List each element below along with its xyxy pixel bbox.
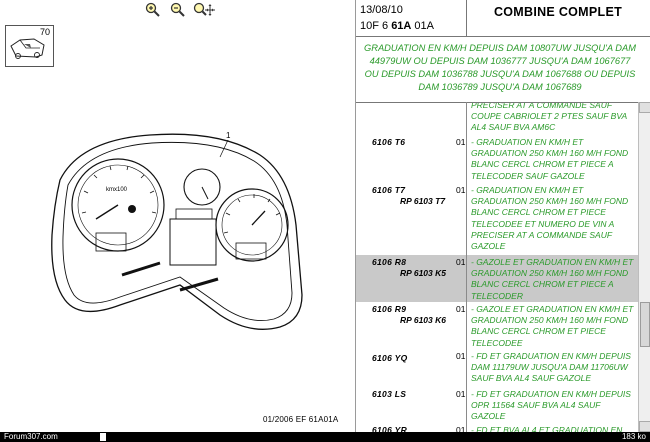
row-ref: 6103 LS bbox=[372, 389, 407, 399]
scrollbar-thumb[interactable] bbox=[640, 302, 650, 347]
vertical-scrollbar[interactable] bbox=[638, 102, 650, 432]
callout-number: 1 bbox=[226, 131, 231, 140]
header-date: 13/08/10 bbox=[360, 4, 403, 16]
row-qty: 01 bbox=[456, 351, 466, 361]
row-qty: 01 bbox=[456, 389, 466, 399]
instrument-cluster-diagram: kmx100 1 bbox=[51, 131, 303, 330]
list-item[interactable]: 6106 T7 RP 6103 T7 01 - GRADUATION EN KM… bbox=[356, 183, 638, 255]
zoom-pan-icon[interactable] bbox=[193, 2, 215, 18]
list-item-selected[interactable]: 6106 R8 RP 6103 K5 01 - GAZOLE ET GRADUA… bbox=[356, 255, 638, 302]
status-bar: Forum307.com 183 ko bbox=[0, 432, 650, 442]
header-code: 10F 6 61A 01A bbox=[360, 20, 434, 32]
row-desc: - FD ET GRADUATION EN KM/H DEPUIS DAM 11… bbox=[471, 351, 631, 384]
scroll-down-icon[interactable] bbox=[639, 421, 650, 432]
scroll-up-icon[interactable] bbox=[639, 102, 650, 113]
row-rp: RP 6103 T7 bbox=[400, 196, 446, 206]
row-rp: RP 6103 K5 bbox=[400, 268, 446, 278]
column-divider bbox=[466, 102, 467, 432]
graduation-notice: GRADUATION EN KM/H DEPUIS DAM 10807UW JU… bbox=[364, 43, 636, 92]
page-title: COMBINE COMPLET bbox=[493, 5, 623, 19]
list-item[interactable]: 6103 LS 01 - FD ET GRADUATION EN KM/H DE… bbox=[356, 386, 638, 422]
row-ref: 6106 R9 bbox=[372, 304, 407, 314]
row-qty: 01 bbox=[456, 185, 466, 195]
list-item[interactable]: 6106 R9 RP 6103 K6 01 - GAZOLE ET GRADUA… bbox=[356, 302, 638, 349]
row-desc: - GAZOLE ET GRADUATION EN KM/H ET GRADUA… bbox=[471, 257, 634, 301]
status-size: 183 ko bbox=[621, 432, 646, 441]
row-desc: - FD ET GRADUATION EN KM/H DEPUIS OPR 11… bbox=[471, 389, 631, 422]
list-item[interactable]: PRECISER AT A COMMANDE SAUF COUPE CABRIO… bbox=[356, 102, 638, 134]
row-qty: 01 bbox=[456, 304, 466, 314]
zoom-out-icon[interactable] bbox=[170, 2, 188, 18]
row-ref: 6106 YQ bbox=[372, 353, 408, 363]
row-rp: RP 6103 K6 bbox=[400, 315, 446, 325]
row-desc: - GRADUATION EN KM/H ET GRADUATION 250 K… bbox=[471, 137, 629, 181]
vehicle-ref-box: 70 bbox=[5, 25, 54, 67]
diagram-reference: 01/2006 EF 61A01A bbox=[263, 415, 339, 424]
zoom-in-icon[interactable] bbox=[145, 2, 163, 18]
row-qty: 01 bbox=[456, 257, 466, 267]
list-item[interactable]: 6106 T6 01 - GRADUATION EN KM/H ET GRADU… bbox=[356, 135, 638, 183]
row-qty: 01 bbox=[456, 137, 466, 147]
row-desc: - GRADUATION EN KM/H ET GRADUATION 250 K… bbox=[471, 185, 629, 252]
row-desc: - GAZOLE ET GRADUATION EN KM/H ET GRADUA… bbox=[471, 304, 634, 348]
status-site: Forum307.com bbox=[4, 432, 58, 441]
code-prefix: 10F 6 bbox=[360, 20, 392, 32]
car-icon bbox=[10, 38, 45, 59]
row-ref: 6106 T6 bbox=[372, 137, 406, 147]
row-ref: 6106 T7 bbox=[372, 185, 406, 195]
code-bold: 61A bbox=[391, 20, 412, 32]
gauge-label: kmx100 bbox=[106, 187, 128, 193]
code-suffix: 01A bbox=[411, 20, 435, 32]
diagram-panel: 70 kmx100 1 01/2006 EF 61A01A bbox=[0, 0, 356, 432]
parts-panel: 13/08/10 10F 6 61A 01A COMBINE COMPLET G… bbox=[356, 0, 650, 433]
row-ref: 6106 R8 bbox=[372, 257, 407, 267]
list-item[interactable]: 6106 YQ 01 - FD ET GRADUATION EN KM/H DE… bbox=[356, 349, 638, 386]
header-left: 13/08/10 10F 6 61A 01A bbox=[356, 0, 467, 36]
status-indicator bbox=[100, 433, 106, 441]
row-desc: PRECISER AT A COMMANDE SAUF COUPE CABRIO… bbox=[471, 102, 627, 133]
parts-list: PRECISER AT A COMMANDE SAUF COUPE CABRIO… bbox=[356, 102, 638, 433]
parts-header: 13/08/10 10F 6 61A 01A COMBINE COMPLET bbox=[356, 0, 650, 37]
